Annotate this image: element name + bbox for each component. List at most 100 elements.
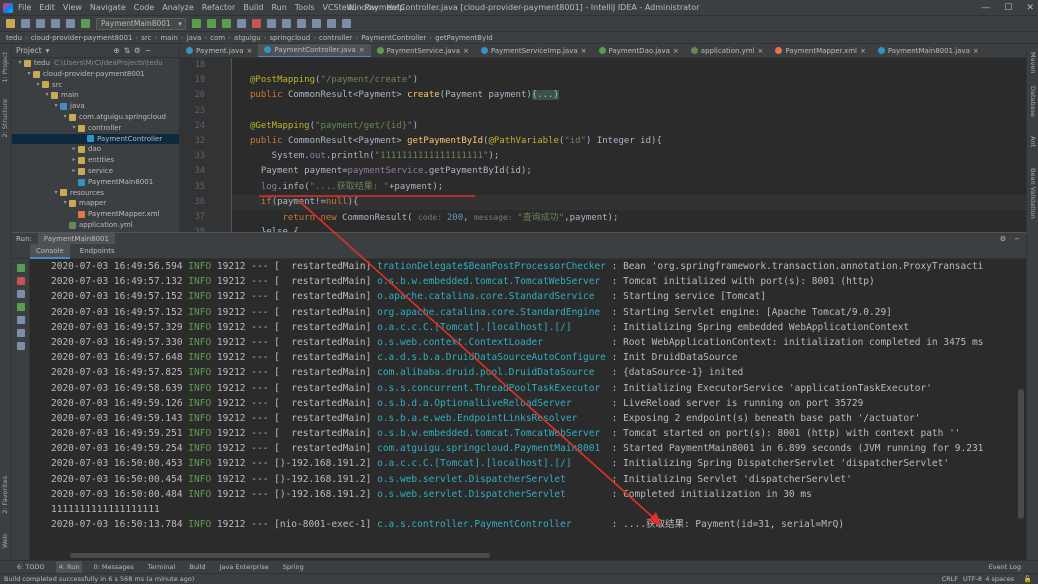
save-all-icon[interactable] (21, 19, 30, 28)
gear-icon[interactable]: ⚙ (1000, 233, 1006, 245)
editor-tab[interactable]: PaymentController.java × (258, 44, 371, 57)
vertical-scrollbar[interactable] (1018, 389, 1024, 519)
bottom-tab[interactable]: 6: TODO (14, 561, 48, 574)
tree-item[interactable]: ▾ src (12, 80, 179, 91)
maven-tool-tab[interactable]: Maven (1029, 52, 1037, 74)
code-editor[interactable]: @PostMapping("/payment/create") public Co… (232, 58, 1026, 232)
bottom-tab[interactable]: 0: Messages (90, 561, 136, 574)
open-folder-icon[interactable] (6, 19, 15, 28)
expand-arrow-icon[interactable]: ▾ (52, 188, 60, 199)
tree-item[interactable]: ▾ cloud-provider-payment8001 (12, 69, 179, 80)
close-icon[interactable]: × (673, 44, 679, 57)
close-icon[interactable]: × (247, 44, 253, 57)
maximize-button[interactable]: ☐ (1004, 0, 1012, 16)
debug-icon[interactable] (206, 19, 216, 28)
menu-window[interactable]: Window (343, 0, 383, 16)
project-structure-icon[interactable] (311, 19, 321, 28)
expand-arrow-icon[interactable]: ▾ (43, 90, 51, 101)
close-icon[interactable]: × (463, 44, 469, 57)
build-hammer-icon[interactable] (81, 19, 90, 28)
stop-icon[interactable] (251, 19, 261, 28)
tree-item[interactable]: ▾ java (12, 101, 179, 112)
minimize-button[interactable]: — (981, 0, 990, 16)
back-arrow-icon[interactable] (51, 19, 60, 28)
menu-code[interactable]: Code (130, 0, 158, 16)
update-icon[interactable] (266, 19, 276, 28)
tab-console[interactable]: Console (30, 243, 70, 259)
tree-item[interactable]: ▸ entities (12, 155, 179, 166)
hide-panel-icon[interactable]: − (145, 46, 151, 55)
menu-analyze[interactable]: Analyze (158, 0, 198, 16)
close-icon[interactable]: × (359, 44, 365, 57)
search-icon[interactable] (341, 19, 351, 28)
tree-item[interactable]: ▸ dao (12, 144, 179, 155)
collapse-all-icon[interactable]: ⇅ (124, 46, 130, 55)
project-view-selector[interactable]: Project (16, 46, 42, 55)
ant-tool-tab[interactable]: Ant (1029, 136, 1037, 147)
menu-help[interactable]: Help (382, 0, 408, 16)
bottom-tab[interactable]: Build (186, 561, 208, 574)
stop-icon[interactable] (16, 277, 25, 285)
editor-tab[interactable]: PaymentMapper.xml × (769, 44, 871, 57)
menu-navigate[interactable]: Navigate (86, 0, 130, 16)
layout-icon[interactable] (16, 329, 25, 337)
coverage-icon[interactable] (221, 19, 231, 28)
web-tool-tab[interactable]: Web (1, 534, 9, 548)
menu-file[interactable]: File (14, 0, 35, 16)
encoding-indicator[interactable]: UTF-8 (963, 574, 982, 584)
rerun-icon[interactable] (191, 19, 201, 28)
console-output[interactable]: 2020-07-03 16:49:56.594 INFO 19212 --- [… (30, 259, 1024, 560)
expand-arrow-icon[interactable]: ▸ (70, 166, 78, 177)
sync-icon[interactable] (36, 19, 45, 28)
bottom-tab[interactable]: Terminal (145, 561, 178, 574)
menu-view[interactable]: View (59, 0, 86, 16)
history-icon[interactable] (281, 19, 291, 28)
tree-item[interactable]: ▾ main (12, 90, 179, 101)
breadcrumb-item[interactable]: springcloud (269, 32, 310, 44)
expand-arrow-icon[interactable]: ▾ (52, 101, 60, 112)
gear-icon[interactable]: ⚙ (134, 46, 141, 55)
breadcrumb-item[interactable]: com (210, 32, 225, 44)
bottom-tab[interactable]: Java Enterprise (217, 561, 272, 574)
line-separator-indicator[interactable]: CRLF (942, 574, 958, 584)
close-button[interactable]: ✕ (1026, 0, 1034, 16)
locate-icon[interactable]: ⊕ (113, 46, 119, 55)
exit-icon[interactable] (16, 316, 25, 324)
tree-item[interactable]: ▾ mapper (12, 198, 179, 209)
tree-item[interactable]: ▾ resources (12, 188, 179, 199)
menu-vcs[interactable]: VCS (319, 0, 343, 16)
tree-item[interactable]: PaymentMapper.xml (12, 209, 179, 220)
breadcrumb-item[interactable]: PaymentController (361, 32, 426, 44)
terminal-icon[interactable] (326, 19, 336, 28)
expand-arrow-icon[interactable]: ▸ (70, 155, 78, 166)
breadcrumb-item[interactable]: getPaymentById (435, 32, 493, 44)
tree-item[interactable]: ▾ controller (12, 123, 179, 134)
tree-item[interactable]: ▾ com.atguigu.springcloud (12, 112, 179, 123)
expand-arrow-icon[interactable]: ▾ (61, 112, 69, 123)
editor-tab[interactable]: application.yml × (685, 44, 770, 57)
breadcrumb-item[interactable]: java (187, 32, 202, 44)
event-log-button[interactable]: Event Log (986, 561, 1024, 574)
forward-arrow-icon[interactable] (66, 19, 75, 28)
menu-build[interactable]: Build (239, 0, 267, 16)
menu-run[interactable]: Run (267, 0, 290, 16)
expand-arrow-icon[interactable]: ▾ (70, 123, 78, 134)
breadcrumb-item[interactable]: cloud-provider-payment8001 (31, 32, 133, 44)
breadcrumb-item[interactable]: atguigu (234, 32, 261, 44)
expand-arrow-icon[interactable]: ▾ (16, 58, 24, 69)
rerun-icon[interactable] (16, 264, 25, 272)
bottom-tab[interactable]: 4: Run (55, 560, 83, 574)
editor-tab[interactable]: PaymentServiceImp.java × (475, 44, 593, 57)
camera-icon[interactable] (16, 290, 25, 298)
close-icon[interactable]: × (860, 44, 866, 57)
bean-validation-tool-tab[interactable]: Bean Validation (1029, 168, 1037, 219)
pin-icon[interactable] (16, 342, 25, 350)
tab-endpoints[interactable]: Endpoints (74, 244, 121, 259)
structure-tool-tab[interactable]: 2: Structure (1, 99, 9, 138)
wrench-icon[interactable] (296, 19, 306, 28)
close-icon[interactable]: × (973, 44, 979, 57)
expand-arrow-icon[interactable]: ▾ (34, 80, 42, 91)
run-configuration-dropdown[interactable]: PaymentMain8001 (96, 17, 186, 30)
editor-tab[interactable]: PaymentMain8001.java × (872, 44, 985, 57)
horizontal-scrollbar[interactable] (70, 553, 490, 558)
